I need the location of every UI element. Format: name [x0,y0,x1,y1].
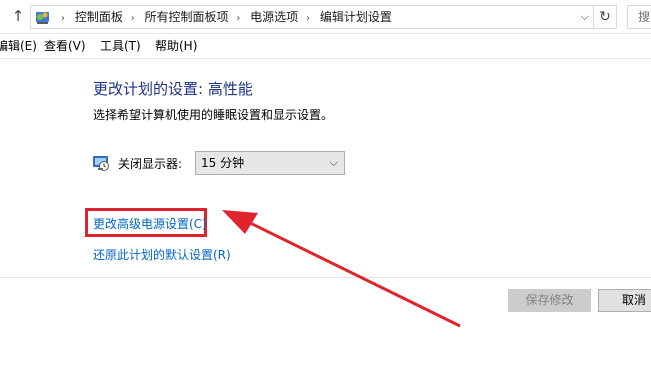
breadcrumb: › 控制面板 › 所有控制面板项 › 电源选项 › 编辑计划设置 [61,10,392,24]
advanced-power-settings-link[interactable]: 更改高级电源设置(C) [93,215,207,232]
page-title: 更改计划的设置: 高性能 [93,80,253,98]
breadcrumb-item[interactable]: 所有控制面板项 [145,10,229,24]
save-button[interactable]: 保存修改 [508,289,591,312]
display-icon [93,156,109,171]
menu-tools[interactable]: 工具(T) [100,34,141,58]
chevron-down-icon: ⌵ [329,156,338,169]
up-arrow-icon[interactable]: ↑ [8,6,28,26]
display-off-label: 关闭显示器: [118,157,183,171]
menu-edit[interactable]: 编辑(E) [0,34,37,58]
divider [0,277,651,278]
restore-defaults-link[interactable]: 还原此计划的默认设置(R) [93,246,231,263]
menu-view[interactable]: 查看(V) [44,34,86,58]
breadcrumb-item-current[interactable]: 编辑计划设置 [320,10,392,24]
display-off-select[interactable]: 15 分钟 ⌵ [195,151,345,175]
cancel-button[interactable]: 取消 [598,289,651,312]
breadcrumb-item[interactable]: 电源选项 [250,10,298,24]
breadcrumb-item[interactable]: 控制面板 [75,10,123,24]
address-field[interactable]: › 控制面板 › 所有控制面板项 › 电源选项 › 编辑计划设置 ⌵ [30,5,594,29]
refresh-icon[interactable]: ↻ [594,5,617,29]
control-panel-icon [36,12,49,24]
menu-bar: 编辑(E) 查看(V) 工具(T) 帮助(H) [0,34,651,59]
search-placeholder: 搜 [638,10,651,24]
menu-help[interactable]: 帮助(H) [155,34,197,58]
display-off-value: 15 分钟 [201,156,245,170]
chevron-down-icon[interactable]: ⌵ [581,6,589,28]
search-input[interactable]: 搜 [627,5,651,29]
address-bar: ↑ › 控制面板 › 所有控制面板项 › 电源选项 › 编辑计划设置 ⌵ ↻ 搜 [0,0,651,34]
page-subtitle: 选择希望计算机使用的睡眠设置和显示设置。 [93,108,334,122]
